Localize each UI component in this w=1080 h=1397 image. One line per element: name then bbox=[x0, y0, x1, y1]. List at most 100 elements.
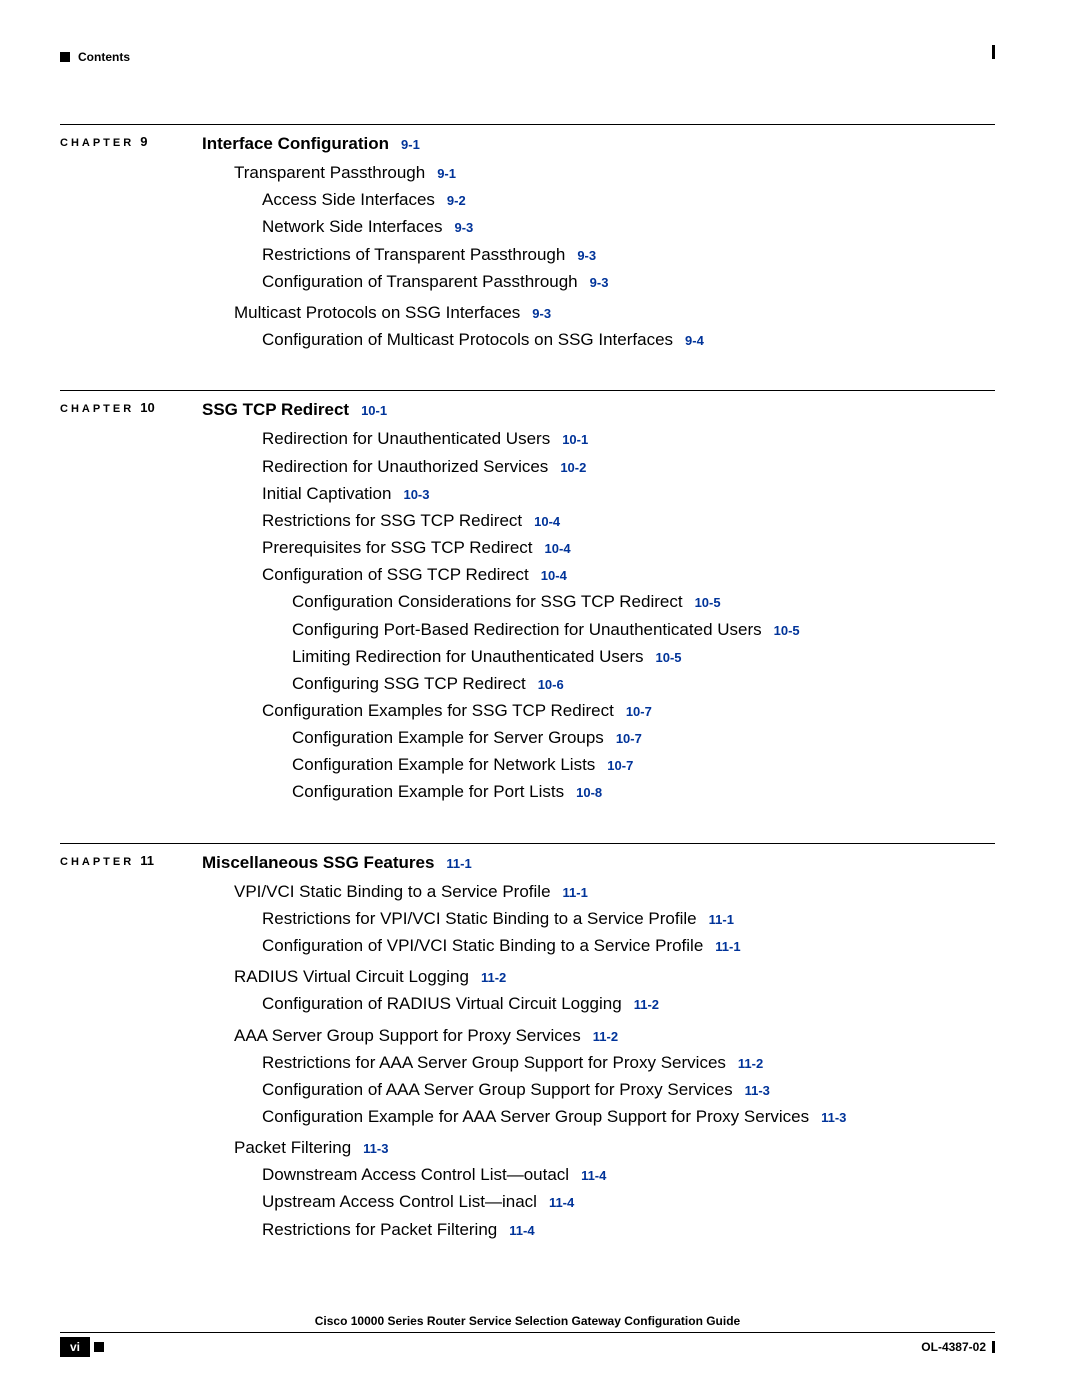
toc-entry: Configuration of Multicast Protocols on … bbox=[262, 327, 995, 352]
page-ref[interactable]: 9-3 bbox=[590, 275, 609, 290]
toc-entry: Configuration of AAA Server Group Suppor… bbox=[262, 1077, 995, 1102]
chapter-title: SSG TCP Redirect 10-1 bbox=[202, 397, 995, 422]
footer-row: vi OL-4387-02 bbox=[60, 1337, 995, 1357]
chapter-number: 10 bbox=[140, 400, 154, 415]
toc-entry-text: AAA Server Group Support for Proxy Servi… bbox=[234, 1026, 581, 1045]
toc-entry: Configuration Examples for SSG TCP Redir… bbox=[262, 698, 995, 723]
page-ref[interactable]: 11-3 bbox=[821, 1110, 846, 1125]
chapters-container: CHAPTER 9Interface Configuration9-1Trans… bbox=[60, 124, 995, 1244]
chapter-content: SSG TCP Redirect 10-1 Redirection for Unau… bbox=[202, 390, 995, 806]
toc-entry: Transparent Passthrough9-1 bbox=[234, 160, 995, 185]
chapter-label-cell: CHAPTER 9 bbox=[60, 124, 202, 151]
toc-entry-text: Configuration of AAA Server Group Suppor… bbox=[262, 1080, 733, 1099]
toc-entry-text: Downstream Access Control List—outacl bbox=[262, 1165, 569, 1184]
page-ref[interactable]: 10-6 bbox=[538, 677, 564, 692]
toc-entry-text: Configuration Example for Server Groups bbox=[292, 728, 604, 747]
page-ref[interactable]: 11-1 bbox=[715, 939, 740, 954]
page-ref[interactable]: 11-1 bbox=[563, 885, 588, 900]
toc-entry: Initial Captivation10-3 bbox=[262, 481, 995, 506]
page-ref[interactable]: 10-7 bbox=[616, 731, 642, 746]
page-ref[interactable]: 11-4 bbox=[581, 1168, 606, 1183]
page-ref[interactable]: 11-4 bbox=[549, 1195, 574, 1210]
chapter-label: CHAPTER bbox=[60, 856, 140, 868]
chapter-block: CHAPTER 9Interface Configuration9-1Trans… bbox=[60, 124, 995, 354]
page-ref[interactable]: 11-1 bbox=[446, 856, 471, 871]
page-ref[interactable]: 10-7 bbox=[626, 704, 652, 719]
toc-entry-text: Configuration Considerations for SSG TCP… bbox=[292, 592, 683, 611]
page-ref[interactable]: 9-1 bbox=[401, 137, 420, 152]
toc-entry-text: Network Side Interfaces bbox=[262, 217, 442, 236]
page-ref[interactable]: 10-4 bbox=[541, 568, 567, 583]
toc-entry-text: Configuration of Multicast Protocols on … bbox=[262, 330, 673, 349]
toc-entry: Configuration of Transparent Passthrough… bbox=[262, 269, 995, 294]
toc-entry: Network Side Interfaces 9-3 bbox=[262, 214, 995, 239]
page-ref[interactable]: 9-3 bbox=[454, 220, 473, 235]
toc-entry-text: Configuring Port-Based Redirection for U… bbox=[292, 620, 762, 639]
toc-entry: Restrictions for AAA Server Group Suppor… bbox=[262, 1050, 995, 1075]
doc-code: OL-4387-02 bbox=[921, 1340, 986, 1354]
chapter-title-text: Interface Configuration bbox=[202, 134, 389, 153]
page-ref[interactable]: 11-3 bbox=[363, 1141, 388, 1156]
toc-entry: Configuration Considerations for SSG TCP… bbox=[292, 589, 995, 614]
toc-entry: Configuration Example for Port Lists10-8 bbox=[292, 779, 995, 804]
page-ref[interactable]: 11-4 bbox=[509, 1223, 534, 1238]
page-ref[interactable]: 10-8 bbox=[576, 785, 602, 800]
toc-entry-text: Upstream Access Control List—inacl bbox=[262, 1192, 537, 1211]
page-ref[interactable]: 10-1 bbox=[562, 432, 588, 447]
page-ref[interactable]: 10-5 bbox=[656, 650, 682, 665]
page-ref[interactable]: 10-4 bbox=[545, 541, 571, 556]
page-ref[interactable]: 9-3 bbox=[577, 248, 596, 263]
page-ref[interactable]: 11-2 bbox=[738, 1056, 763, 1071]
toc-entry: Configuration Example for AAA Server Gro… bbox=[262, 1104, 995, 1129]
page-ref[interactable]: 11-2 bbox=[634, 997, 659, 1012]
header: Contents bbox=[60, 50, 995, 64]
edit-mark-icon bbox=[992, 45, 995, 59]
chapter-label-cell: CHAPTER 11 bbox=[60, 843, 202, 870]
chapter-label-cell: CHAPTER 10 bbox=[60, 390, 202, 417]
page-ref[interactable]: 10-3 bbox=[403, 487, 429, 502]
toc-entry-text: Configuration Example for Network Lists bbox=[292, 755, 595, 774]
toc-entry-text: Redirection for Unauthorized Services bbox=[262, 457, 548, 476]
toc-entry: Configuring SSG TCP Redirect 10-6 bbox=[292, 671, 995, 696]
page-ref[interactable]: 11-3 bbox=[745, 1083, 770, 1098]
toc-entry-text: Configuration of SSG TCP Redirect bbox=[262, 565, 529, 584]
toc-entry: Upstream Access Control List—inacl 11-4 bbox=[262, 1189, 995, 1214]
page-ref[interactable]: 11-2 bbox=[481, 970, 506, 985]
toc-entry: Configuration Example for Server Groups 1… bbox=[292, 725, 995, 750]
page-ref[interactable]: 9-4 bbox=[685, 333, 704, 348]
page-ref[interactable]: 10-5 bbox=[774, 623, 800, 638]
contents-label: Contents bbox=[78, 50, 130, 64]
page-ref[interactable]: 10-7 bbox=[607, 758, 633, 773]
toc-entry-text: Restrictions for Packet Filtering bbox=[262, 1220, 497, 1239]
toc-entry: Configuration of SSG TCP Redirect 10-4 bbox=[262, 562, 995, 587]
toc-entry-text: Configuration Examples for SSG TCP Redir… bbox=[262, 701, 614, 720]
toc-entry-text: Configuring SSG TCP Redirect bbox=[292, 674, 526, 693]
toc-entry: AAA Server Group Support for Proxy Servi… bbox=[234, 1023, 995, 1048]
page-ref[interactable]: 11-1 bbox=[709, 912, 734, 927]
chapter-label: CHAPTER bbox=[60, 137, 140, 149]
footer-rule bbox=[60, 1332, 995, 1333]
toc-entry: Limiting Redirection for Unauthenticated… bbox=[292, 644, 995, 669]
page-ref[interactable]: 9-3 bbox=[532, 306, 551, 321]
edit-mark-icon bbox=[992, 1341, 995, 1353]
page-ref[interactable]: 11-2 bbox=[593, 1029, 618, 1044]
chapter-content: Interface Configuration9-1Transparent Pa… bbox=[202, 124, 995, 354]
footer-title: Cisco 10000 Series Router Service Select… bbox=[60, 1314, 995, 1328]
page-ref[interactable]: 9-1 bbox=[437, 166, 456, 181]
toc-entry-text: Restrictions of Transparent Passthrough bbox=[262, 245, 565, 264]
chapter-title-text: SSG TCP Redirect bbox=[202, 400, 349, 419]
toc-entry-text: Configuration of VPI/VCI Static Binding … bbox=[262, 936, 703, 955]
page-ref[interactable]: 10-4 bbox=[534, 514, 560, 529]
page-ref[interactable]: 10-1 bbox=[361, 403, 387, 418]
page-ref[interactable]: 10-2 bbox=[560, 460, 586, 475]
toc-entry-text: Access Side Interfaces bbox=[262, 190, 435, 209]
toc-entry-text: Configuration of Transparent Passthrough bbox=[262, 272, 578, 291]
chapter-block: CHAPTER 10SSG TCP Redirect 10-1 Redirectio… bbox=[60, 390, 995, 806]
page-ref[interactable]: 9-2 bbox=[447, 193, 466, 208]
marker-icon bbox=[94, 1342, 104, 1352]
page-ref[interactable]: 10-5 bbox=[695, 595, 721, 610]
toc-entry: Redirection for Unauthorized Services 10-… bbox=[262, 454, 995, 479]
page-number: vi bbox=[60, 1337, 90, 1357]
toc-entry-text: Packet Filtering bbox=[234, 1138, 351, 1157]
toc-entry-text: Configuration of RADIUS Virtual Circuit … bbox=[262, 994, 622, 1013]
